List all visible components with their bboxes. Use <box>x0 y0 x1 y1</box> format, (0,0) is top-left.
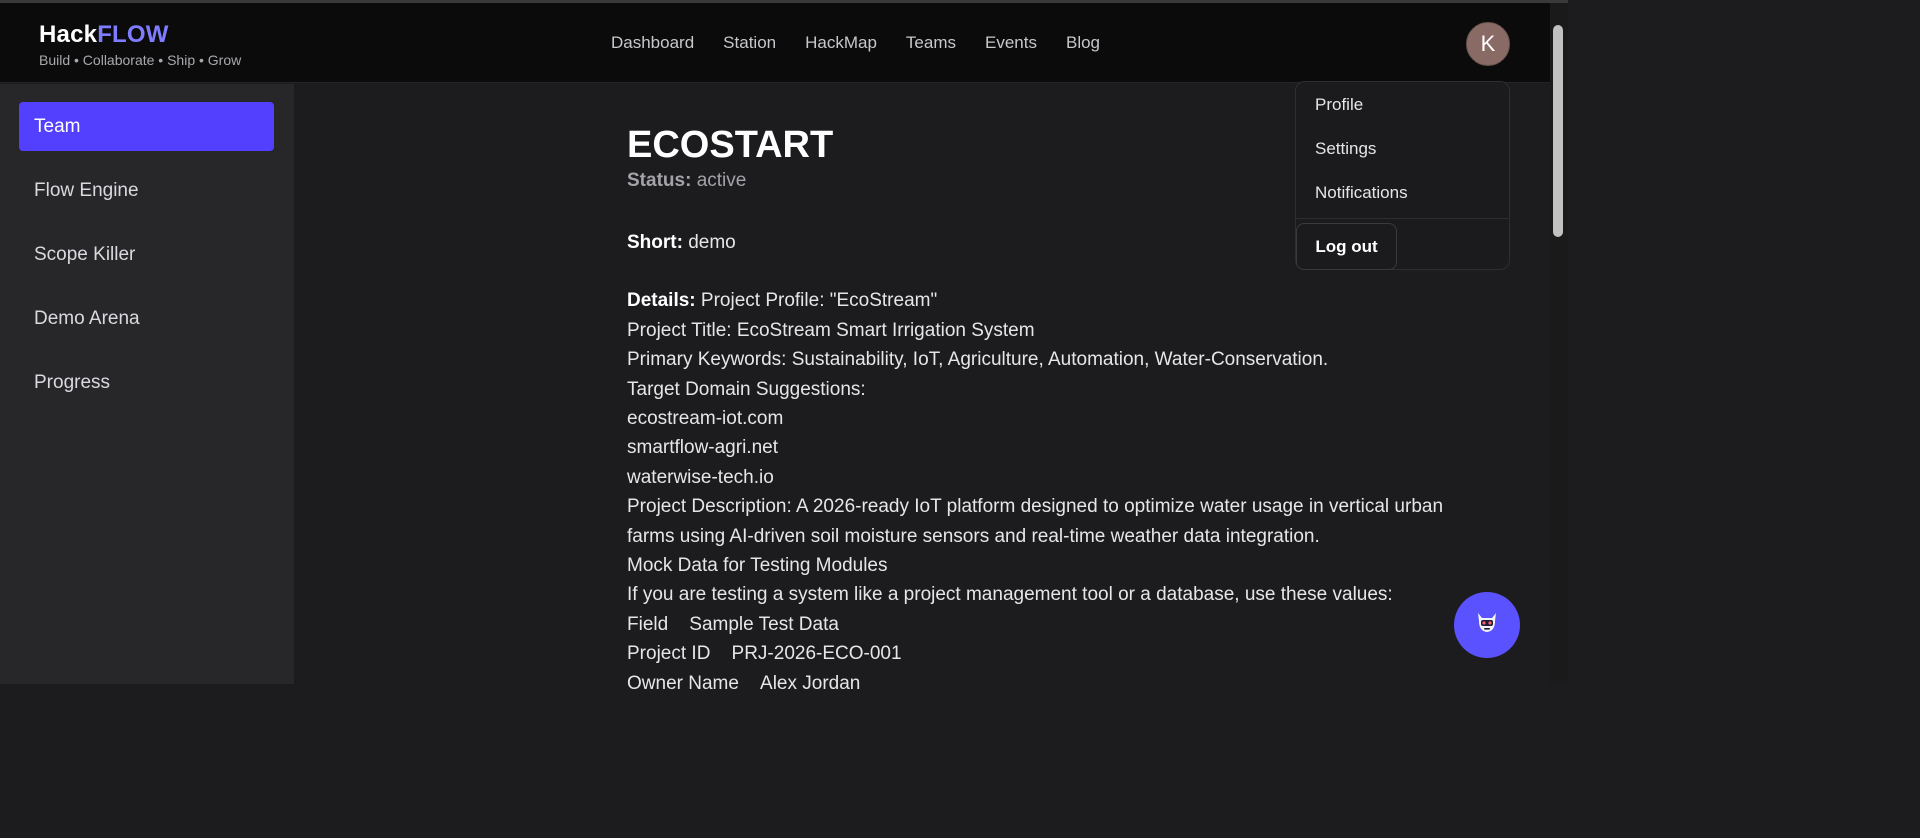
sidebar-item-flow-engine[interactable]: Flow Engine <box>19 166 274 215</box>
menu-item-settings[interactable]: Settings <box>1315 139 1376 159</box>
details-line: Owner Name Alex Jordan <box>627 672 861 694</box>
short-label: Short: <box>627 232 683 253</box>
nav-link-station[interactable]: Station <box>723 33 776 53</box>
details-line: Project ID PRJ-2026-ECO-001 <box>627 643 902 665</box>
nav-link-events[interactable]: Events <box>985 33 1037 53</box>
assistant-fab-button[interactable] <box>1454 592 1520 658</box>
details-first-value: Project Profile: "EcoStream" <box>700 290 938 312</box>
robot-assistant-icon <box>1473 609 1501 641</box>
status-value: active <box>696 170 747 191</box>
details-line: ecostream-iot.com <box>627 408 784 430</box>
page-scrollbar-thumb[interactable] <box>1553 25 1563 237</box>
details-line: Field Sample Test Data <box>627 613 839 635</box>
details-line: waterwise-tech.io <box>627 466 774 488</box>
details-line: Project Title: EcoStream Smart Irrigatio… <box>627 319 1035 341</box>
sidebar-item-progress[interactable]: Progress <box>19 358 274 407</box>
top-navigation: Dashboard Station HackMap Teams Events B… <box>611 33 1129 53</box>
details-line: Target Domain Suggestions: <box>627 378 866 400</box>
short-value: demo <box>688 232 736 253</box>
logout-button[interactable]: Log out <box>1296 223 1397 270</box>
top-header: HackFLOW Build • Collaborate • Ship • Gr… <box>0 3 1550 83</box>
details-label: Details: <box>627 290 696 312</box>
brand-tagline: Build • Collaborate • Ship • Grow <box>39 52 242 68</box>
project-details: Details: Project Profile: "EcoStream" Pr… <box>627 286 1507 698</box>
brand-name-part2: FLOW <box>97 21 169 48</box>
details-line: Mock Data for Testing Modules <box>627 555 888 577</box>
menu-item-notifications[interactable]: Notifications <box>1315 183 1408 203</box>
brand-logo[interactable]: HackFLOW Build • Collaborate • Ship • Gr… <box>39 21 241 68</box>
menu-divider <box>1296 218 1509 219</box>
brand-name-part1: Hack <box>39 21 98 48</box>
sidebar: Team Flow Engine Scope Killer Demo Arena… <box>0 84 294 684</box>
details-line: smartflow-agri.net <box>627 437 778 459</box>
user-menu-dropdown: Profile Settings Notifications Log out <box>1295 81 1510 270</box>
sidebar-item-demo-arena[interactable]: Demo Arena <box>19 294 274 343</box>
nav-link-hackmap[interactable]: HackMap <box>805 33 877 53</box>
details-line: Project Description: A 2026-ready IoT pl… <box>627 496 1444 518</box>
details-line: Primary Keywords: Sustainability, IoT, A… <box>627 349 1329 371</box>
details-line: farms using AI-driven soil moisture sens… <box>627 525 1320 547</box>
nav-link-dashboard[interactable]: Dashboard <box>611 33 694 53</box>
nav-link-teams[interactable]: Teams <box>906 33 956 53</box>
nav-link-blog[interactable]: Blog <box>1066 33 1100 53</box>
status-label: Status: <box>627 170 692 191</box>
details-first-line: Details: Project Profile: "EcoStream" <box>627 286 1507 315</box>
sidebar-item-scope-killer[interactable]: Scope Killer <box>19 230 274 279</box>
menu-item-profile[interactable]: Profile <box>1315 95 1363 115</box>
user-avatar[interactable]: K <box>1466 22 1510 66</box>
brand-title: HackFLOW <box>39 21 241 49</box>
details-line: If you are testing a system like a proje… <box>627 584 1393 606</box>
sidebar-item-team[interactable]: Team <box>19 102 274 151</box>
